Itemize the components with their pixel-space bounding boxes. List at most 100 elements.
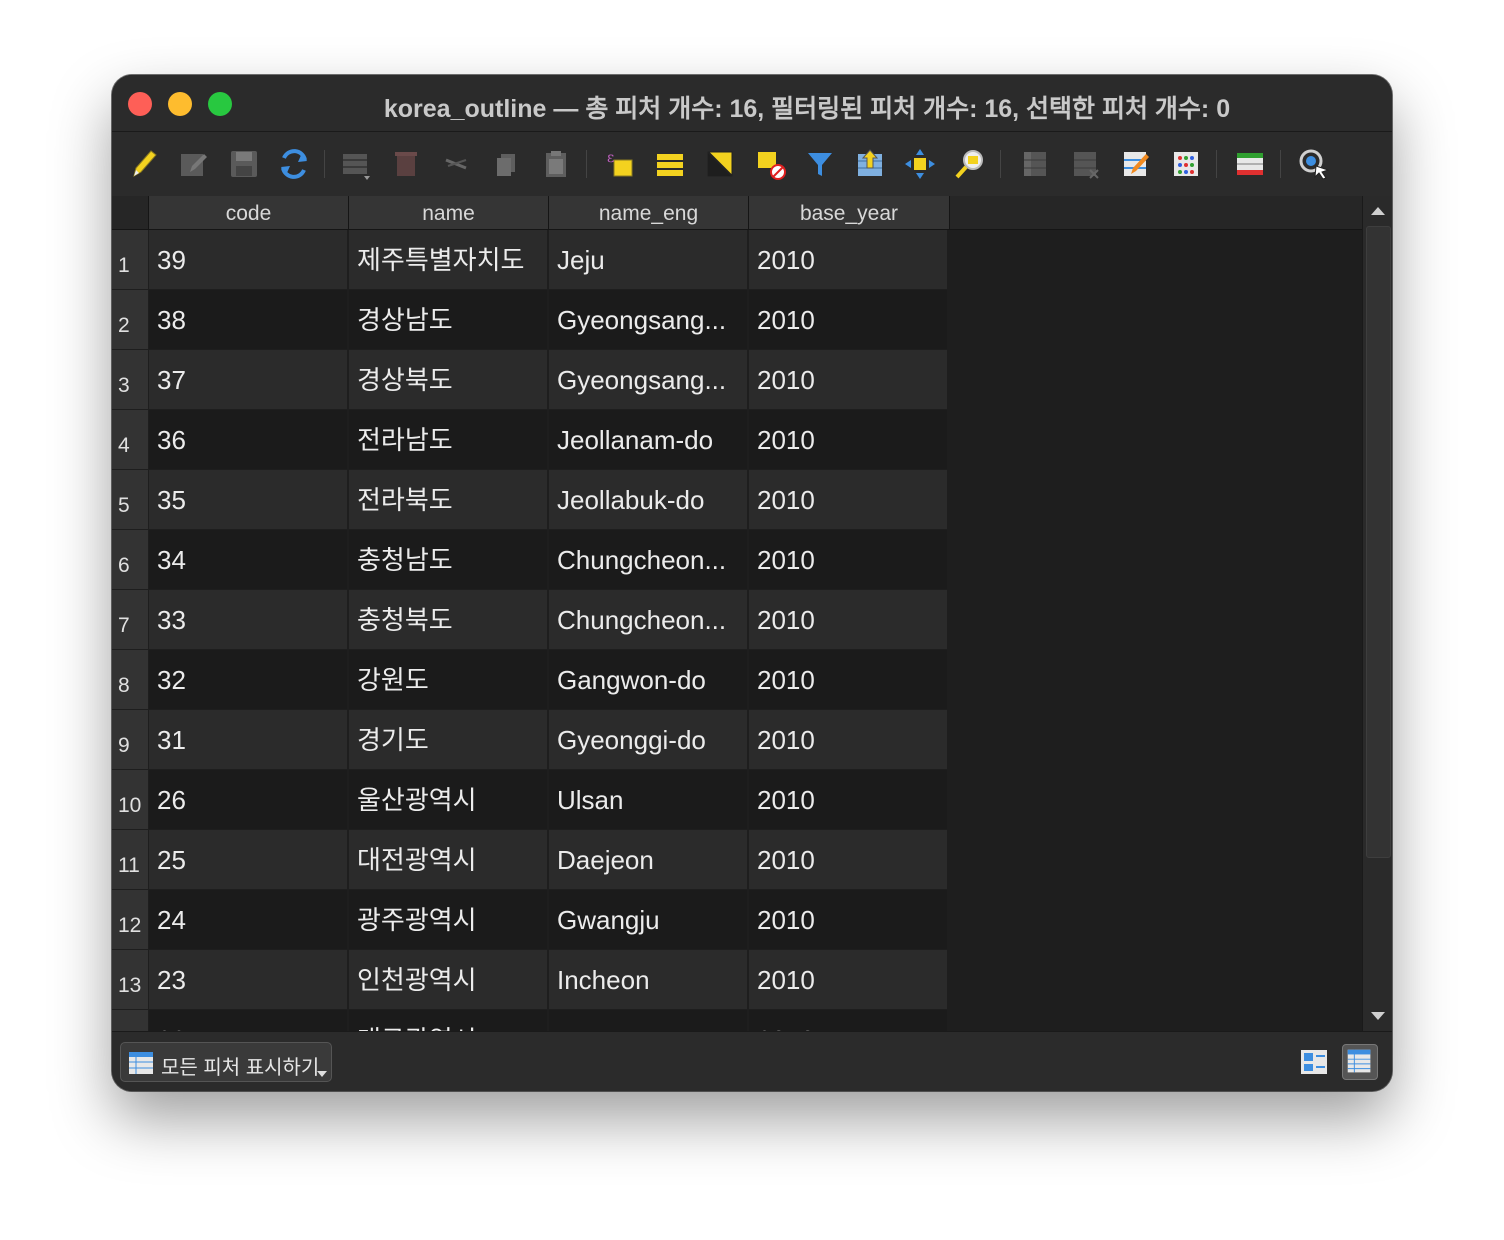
- cell-name-eng[interactable]: Chungcheon...: [549, 530, 747, 589]
- cell-name-eng[interactable]: Incheon: [549, 950, 747, 1009]
- column-header-name-eng[interactable]: name_eng: [549, 196, 749, 229]
- select-by-expression-icon[interactable]: ε: [602, 146, 638, 182]
- cell-name[interactable]: 인천광역시: [349, 950, 547, 1009]
- row-number-cell[interactable]: 5: [112, 470, 148, 529]
- cell-code[interactable]: 23: [149, 950, 347, 1009]
- minimize-window-button[interactable]: [168, 92, 192, 116]
- delete-feature-icon[interactable]: [388, 146, 424, 182]
- table-row[interactable]: 1 39 제주특별자치도 Jeju 2010: [112, 230, 950, 290]
- cell-name[interactable]: 경기도: [349, 710, 547, 769]
- cell-base-year[interactable]: 2010: [749, 530, 947, 589]
- row-number-cell[interactable]: 2: [112, 290, 148, 349]
- table-view-button[interactable]: [1342, 1044, 1378, 1080]
- new-field-icon[interactable]: [1018, 146, 1054, 182]
- vertical-scrollbar[interactable]: [1362, 196, 1392, 1031]
- table-row[interactable]: 8 32 강원도 Gangwon-do 2010: [112, 650, 950, 710]
- cell-name[interactable]: 충청남도: [349, 530, 547, 589]
- close-window-button[interactable]: [128, 92, 152, 116]
- form-view-button[interactable]: [1296, 1044, 1332, 1080]
- cell-code[interactable]: 22: [149, 1010, 347, 1031]
- cell-base-year[interactable]: 2010: [749, 770, 947, 829]
- cell-name-eng[interactable]: Chungcheon...: [549, 590, 747, 649]
- cell-name-eng[interactable]: Daejeon: [549, 830, 747, 889]
- invert-selection-icon[interactable]: [702, 146, 738, 182]
- cell-code[interactable]: 24: [149, 890, 347, 949]
- field-calculator-icon[interactable]: [1118, 146, 1154, 182]
- cell-code[interactable]: 34: [149, 530, 347, 589]
- cell-base-year[interactable]: 2010: [749, 1010, 947, 1031]
- dock-attribute-table-icon[interactable]: [1232, 146, 1268, 182]
- cell-name-eng[interactable]: Jeollabuk-do: [549, 470, 747, 529]
- cell-base-year[interactable]: 2010: [749, 830, 947, 889]
- cell-name[interactable]: 강원도: [349, 650, 547, 709]
- cell-base-year[interactable]: 2010: [749, 710, 947, 769]
- paste-icon[interactable]: [538, 146, 574, 182]
- cell-base-year[interactable]: 2010: [749, 470, 947, 529]
- cell-name-eng[interactable]: Gwangju: [549, 890, 747, 949]
- multi-edit-icon[interactable]: [176, 146, 212, 182]
- cell-code[interactable]: 31: [149, 710, 347, 769]
- cell-code[interactable]: 38: [149, 290, 347, 349]
- table-row[interactable]: 10 26 울산광역시 Ulsan 2010: [112, 770, 950, 830]
- cell-code[interactable]: 32: [149, 650, 347, 709]
- cell-base-year[interactable]: 2010: [749, 650, 947, 709]
- reload-icon[interactable]: [276, 146, 312, 182]
- cell-code[interactable]: 39: [149, 230, 347, 289]
- save-edits-icon[interactable]: [226, 146, 262, 182]
- cell-name-eng[interactable]: Gyeonggi-do: [549, 710, 747, 769]
- table-row[interactable]: 5 35 전라북도 Jeollabuk-do 2010: [112, 470, 950, 530]
- column-header-name[interactable]: name: [349, 196, 549, 229]
- cell-code[interactable]: 36: [149, 410, 347, 469]
- table-row[interactable]: 9 31 경기도 Gyeonggi-do 2010: [112, 710, 950, 770]
- move-selection-to-top-icon[interactable]: [852, 146, 888, 182]
- cell-base-year[interactable]: 2010: [749, 410, 947, 469]
- zoom-to-selected-icon[interactable]: [952, 146, 988, 182]
- row-number-cell[interactable]: 6: [112, 530, 148, 589]
- cell-code[interactable]: 35: [149, 470, 347, 529]
- table-row[interactable]: 3 37 경상북도 Gyeongsang... 2010: [112, 350, 950, 410]
- add-feature-icon[interactable]: [338, 146, 374, 182]
- row-number-cell[interactable]: 7: [112, 590, 148, 649]
- cell-name[interactable]: 전라남도: [349, 410, 547, 469]
- column-header-code[interactable]: code: [149, 196, 349, 229]
- cell-base-year[interactable]: 2010: [749, 950, 947, 1009]
- cell-code[interactable]: 25: [149, 830, 347, 889]
- column-header-base-year[interactable]: base_year: [749, 196, 950, 229]
- maximize-window-button[interactable]: [208, 92, 232, 116]
- cell-base-year[interactable]: 2010: [749, 230, 947, 289]
- cell-code[interactable]: 37: [149, 350, 347, 409]
- cut-icon[interactable]: [438, 146, 474, 182]
- row-number-cell[interactable]: 9: [112, 710, 148, 769]
- table-row[interactable]: 12 24 광주광역시 Gwangju 2010: [112, 890, 950, 950]
- row-number-cell[interactable]: 11: [112, 830, 148, 889]
- conditional-formatting-icon[interactable]: [1168, 146, 1204, 182]
- row-number-cell[interactable]: 13: [112, 950, 148, 1009]
- cell-name[interactable]: 경상남도: [349, 290, 547, 349]
- row-number-cell[interactable]: 10: [112, 770, 148, 829]
- scrollbar-thumb[interactable]: [1366, 226, 1391, 858]
- row-number-cell[interactable]: 4: [112, 410, 148, 469]
- scroll-down-arrow-icon[interactable]: [1368, 1007, 1388, 1025]
- cell-name[interactable]: 대구광역시: [349, 1010, 547, 1031]
- copy-icon[interactable]: [488, 146, 524, 182]
- table-row[interactable]: 1422대구광역시Daegu2010: [112, 1010, 950, 1031]
- cell-name[interactable]: 충청북도: [349, 590, 547, 649]
- cell-name-eng[interactable]: Gyeongsang...: [549, 290, 747, 349]
- table-row[interactable]: 7 33 충청북도 Chungcheon... 2010: [112, 590, 950, 650]
- cell-name-eng[interactable]: Jeollanam-do: [549, 410, 747, 469]
- cell-name[interactable]: 전라북도: [349, 470, 547, 529]
- table-row[interactable]: 2 38 경상남도 Gyeongsang... 2010: [112, 290, 950, 350]
- actions-icon[interactable]: [1296, 146, 1332, 182]
- cell-base-year[interactable]: 2010: [749, 290, 947, 349]
- cell-base-year[interactable]: 2010: [749, 890, 947, 949]
- show-all-features-button[interactable]: 모든 피처 표시하기: [120, 1042, 332, 1082]
- deselect-all-icon[interactable]: [752, 146, 788, 182]
- corner-header[interactable]: [112, 196, 149, 229]
- cell-name-eng[interactable]: Gyeongsang...: [549, 350, 747, 409]
- row-number-cell[interactable]: 1: [112, 230, 148, 289]
- cell-base-year[interactable]: 2010: [749, 350, 947, 409]
- cell-base-year[interactable]: 2010: [749, 590, 947, 649]
- cell-name-eng[interactable]: Jeju: [549, 230, 747, 289]
- scroll-up-arrow-icon[interactable]: [1368, 202, 1388, 220]
- cell-name[interactable]: 경상북도: [349, 350, 547, 409]
